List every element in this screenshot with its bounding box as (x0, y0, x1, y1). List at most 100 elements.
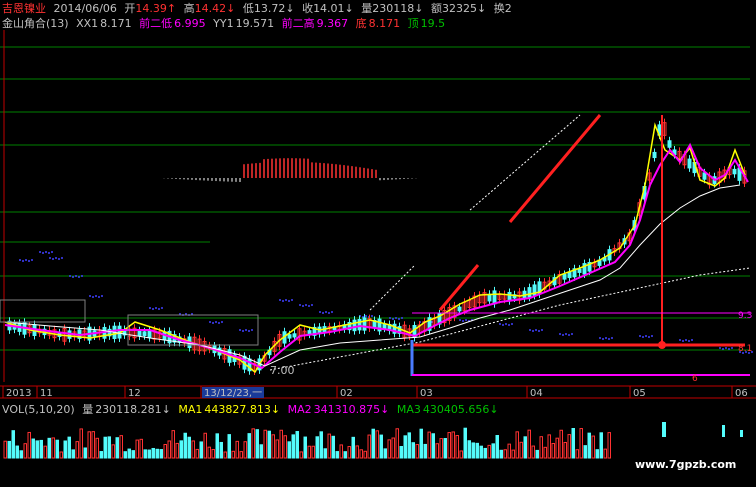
volume-bar (155, 448, 159, 459)
scatter-dot (685, 339, 687, 341)
volume-bar (459, 450, 463, 459)
candle-body (382, 323, 387, 329)
volume-bar (391, 437, 395, 459)
scatter-dot (691, 339, 693, 341)
ma-dashed-line (269, 267, 751, 371)
candle-body (492, 290, 497, 305)
volume-bar (239, 451, 243, 459)
volume-bar (55, 439, 59, 459)
scatter-dot (45, 251, 47, 253)
volume-bar (419, 428, 423, 459)
vol-title[interactable]: VOL(5,10,20) (2, 403, 75, 416)
volume-bar (259, 444, 263, 459)
scatter-dot (679, 339, 681, 341)
volume-bar (511, 449, 515, 459)
scatter-dot (245, 329, 247, 331)
volume-bar (3, 440, 7, 459)
scatter-dot (95, 295, 97, 297)
volume-bar (71, 449, 75, 459)
scatter-dot (565, 333, 567, 335)
scatter-dot (58, 258, 60, 260)
vol-marker-1 (662, 422, 666, 437)
volume-bar (23, 443, 27, 459)
volume-bar (495, 435, 499, 459)
scatter-dot (51, 251, 53, 253)
volume-bar (523, 436, 527, 459)
volume-bar (487, 444, 491, 459)
x-axis-label: 2013 (6, 388, 31, 399)
volume-bar (363, 450, 367, 459)
scatter-dot (285, 299, 287, 301)
volume-bar (543, 446, 547, 459)
scatter-dot (508, 324, 510, 326)
volume-bar (423, 443, 427, 459)
volume-bar (579, 428, 583, 459)
volume-bar (291, 434, 295, 459)
scatter-dot (101, 295, 103, 297)
scatter-dot (328, 312, 330, 314)
candle-body (652, 151, 657, 159)
volume-bar (351, 436, 355, 459)
volume-bar (403, 435, 407, 459)
volume-bar (251, 428, 255, 459)
scatter-dot (511, 323, 513, 325)
scatter-dot (31, 259, 33, 261)
volume-bar (383, 448, 387, 459)
volume-bar (27, 431, 31, 459)
volume-bar (91, 431, 95, 459)
scatter-dot (499, 323, 501, 325)
volume-bar (503, 449, 507, 459)
scatter-dot (49, 257, 51, 259)
volume-bar (451, 431, 455, 459)
volume-bar (343, 451, 347, 459)
volume-bar (187, 436, 191, 459)
scatter-dot (242, 330, 244, 332)
scatter-dot (319, 311, 321, 313)
volume-bar (467, 440, 471, 459)
scatter-dot (149, 307, 151, 309)
volume-bar (595, 449, 599, 459)
volume-bar (243, 441, 247, 459)
volume-bar (447, 432, 451, 459)
volume-bar (359, 449, 363, 459)
volume-bar (167, 440, 171, 459)
volume-bar (247, 433, 251, 459)
volume-bar (123, 451, 127, 459)
trend-red-2 (508, 114, 602, 223)
scatter-dot (302, 305, 304, 307)
volume-bar (395, 428, 399, 459)
volume-bar (147, 449, 151, 459)
scatter-dot (42, 252, 44, 254)
candle-body (287, 334, 292, 339)
volume-bar (115, 437, 119, 459)
scatter-dot (535, 329, 537, 331)
volume-bar (15, 445, 19, 459)
scatter-dot (728, 348, 730, 350)
scatter-dot (75, 275, 77, 277)
scatter-dot (155, 307, 157, 309)
level-label-1: 9.3 (738, 311, 752, 321)
volume-bar (435, 443, 439, 459)
volume-bar (539, 436, 543, 459)
volume-bar (295, 431, 299, 459)
volume-bar (367, 434, 371, 459)
ma2-value: 341310.875↓ (313, 403, 390, 416)
scatter-dot (725, 347, 727, 349)
scatter-dot (239, 329, 241, 331)
volume-bar (219, 441, 223, 459)
volume-bar (191, 440, 195, 459)
volume-bar (231, 450, 235, 459)
scatter-dot (371, 315, 373, 317)
volume-bar (195, 448, 199, 459)
volume-bar (263, 429, 267, 459)
scatter-dot (212, 322, 214, 324)
volume-header: VOL(5,10,20) 量 230118.281↓ MA1 443827.813↓… (2, 401, 503, 417)
volume-bar (107, 436, 111, 459)
candle-body (702, 172, 707, 180)
level-label-3: 6 (692, 374, 698, 384)
scatter-dot (682, 340, 684, 342)
scatter-dot (72, 276, 74, 278)
candle-body (147, 330, 152, 339)
volume-bar (427, 431, 431, 459)
volume-bar (63, 440, 67, 459)
